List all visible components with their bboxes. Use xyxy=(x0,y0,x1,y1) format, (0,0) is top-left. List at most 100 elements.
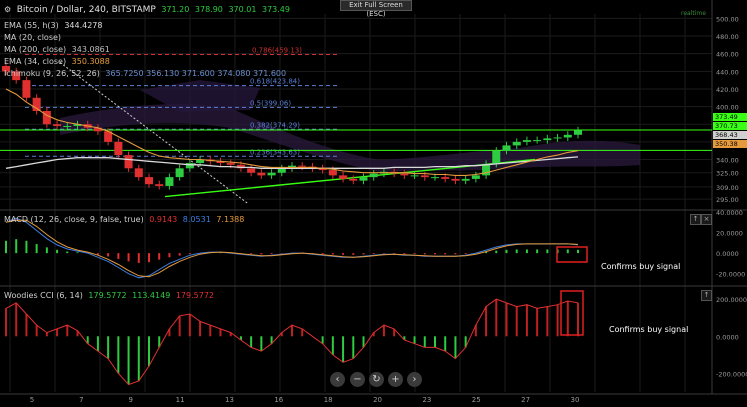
cci-value-1: 179.5772 xyxy=(88,291,127,300)
cci-label: Woodies CCI (6, 14) xyxy=(4,291,83,300)
pane-maximize-button[interactable]: ↑ xyxy=(690,214,701,225)
ohlc-close: 373.49 xyxy=(261,5,290,14)
chart-root: 500.00480.00460.00440.00420.00400.00380.… xyxy=(0,0,747,407)
candle-body xyxy=(349,178,358,181)
candle-body xyxy=(185,163,194,169)
legend-ma200[interactable]: MA (200, close) 343.0861 xyxy=(4,44,113,55)
price-tick-label: 420.00 xyxy=(716,86,739,94)
candle-body xyxy=(155,184,164,186)
x-tick-label: 18 xyxy=(324,396,333,404)
ohlc-open: 371.20 xyxy=(161,5,190,14)
candle-body xyxy=(441,177,450,179)
pane-close-button[interactable]: × xyxy=(701,214,712,225)
cci-tick-label: 200.0000 xyxy=(716,296,747,304)
candle-body xyxy=(328,170,337,176)
price-tick-label: 500.00 xyxy=(716,15,739,23)
fib-level-label: 0.5(399.06) xyxy=(250,99,291,107)
x-tick-label: 16 xyxy=(274,396,283,404)
legend-label: MA (20, close) xyxy=(4,33,62,42)
x-tick-label: 13 xyxy=(225,396,234,404)
candle-body xyxy=(226,163,235,165)
realtime-indicator: realtime xyxy=(681,10,706,17)
legend-label: Ichimoku (9, 26, 52, 26) xyxy=(4,69,100,78)
macd-legend[interactable]: MACD (12, 26, close, 9, false, true) 0.9… xyxy=(4,214,247,225)
x-tick-label: 5 xyxy=(30,396,34,404)
macd-tick-label: 40.0000 xyxy=(716,209,743,217)
price-tick-label: 340.00 xyxy=(716,157,739,165)
macd-tick-label: -20.0000 xyxy=(716,271,745,279)
x-tick-label: 9 xyxy=(128,396,132,404)
legend-ema55[interactable]: EMA (55, h(3) 344.4278 xyxy=(4,20,105,31)
price-tick-label: 460.00 xyxy=(716,51,739,59)
x-tick-label: 30 xyxy=(571,396,580,404)
candle-body xyxy=(410,175,419,177)
candle-body xyxy=(400,173,409,176)
macd-value-hist: 0.9143 xyxy=(149,215,178,224)
macd-note: Confirms buy signal xyxy=(601,262,681,271)
price-tick-label: 325.00 xyxy=(716,170,739,178)
legend-ichimoku[interactable]: Ichimoku (9, 26, 52, 26) 365.7250 356.13… xyxy=(4,68,289,79)
price-tag-2: 370.73 xyxy=(713,122,747,130)
legend-value: 365.7250 356.130 371.600 374.080 371.600 xyxy=(105,69,287,78)
macd-value-macd: 8.0531 xyxy=(182,215,211,224)
legend-ma20[interactable]: MA (20, close) xyxy=(4,32,64,43)
candle-body xyxy=(165,177,174,186)
candle-body xyxy=(461,178,470,181)
candle-body xyxy=(114,141,123,156)
candle-body xyxy=(430,177,440,179)
macd-tick-label: 20.0000 xyxy=(716,230,743,238)
price-tag-3: 368.43 xyxy=(713,131,747,139)
candle-body xyxy=(451,178,460,181)
ohlc-high: 378.90 xyxy=(194,5,223,14)
candle-body xyxy=(420,175,429,178)
candle-body xyxy=(339,175,348,179)
macd-value-signal: 7.1388 xyxy=(216,215,245,224)
candle-body xyxy=(543,138,552,141)
cci-value-2: 113.4149 xyxy=(132,291,171,300)
fib-level-label: 0.786(459.13) xyxy=(252,46,302,54)
candle-body xyxy=(553,137,562,139)
macd-label: MACD (12, 26, close, 9, false, true) xyxy=(4,215,144,224)
candle-body xyxy=(257,172,266,176)
candle-body xyxy=(134,168,143,178)
candle-body xyxy=(298,165,307,167)
reset-chart-button[interactable]: ↻ xyxy=(369,372,384,387)
legend-value: 344.4278 xyxy=(64,21,103,30)
candle-body xyxy=(144,177,154,185)
ohlc-low: 370.01 xyxy=(228,5,257,14)
candle-body xyxy=(573,130,583,135)
scroll-left-button[interactable]: ‹ xyxy=(330,372,345,387)
zoom-in-button[interactable]: + xyxy=(388,372,403,387)
settings-icon[interactable]: ⚙ xyxy=(4,5,11,14)
candle-body xyxy=(533,140,542,142)
zoom-out-button[interactable]: − xyxy=(350,372,365,387)
candle-body xyxy=(522,140,531,142)
candle-body xyxy=(369,173,378,178)
cci-tick-label: -200.0000 xyxy=(716,370,747,378)
exit-fullscreen-tooltip: Exit Full Screen (ESC) xyxy=(340,0,412,18)
price-tag-last: 373.49 xyxy=(713,113,747,121)
macd-tick-label: 0.0000 xyxy=(716,250,739,258)
candle-body xyxy=(175,168,184,178)
x-tick-label: 7 xyxy=(79,396,83,404)
cci-value-3: 179.5772 xyxy=(175,291,214,300)
candle-body xyxy=(267,172,276,176)
price-tick-label: 295.00 xyxy=(716,196,739,204)
x-tick-label: 25 xyxy=(472,396,481,404)
x-tick-label: 27 xyxy=(521,396,530,404)
price-tick-label: 400.00 xyxy=(716,104,739,112)
x-tick-label: 20 xyxy=(373,396,382,404)
candle-body xyxy=(563,134,572,138)
candle-body xyxy=(247,168,256,173)
candle-body xyxy=(22,80,31,98)
legend-label: MA (200, close) xyxy=(4,45,67,54)
legend-ema34[interactable]: EMA (34, close) 350.3088 xyxy=(4,56,113,67)
scroll-right-button[interactable]: › xyxy=(407,372,422,387)
pane-maximize-button-2[interactable]: ↑ xyxy=(701,290,712,301)
cci-legend[interactable]: Woodies CCI (6, 14) 179.5772 113.4149 17… xyxy=(4,290,217,301)
legend-label: EMA (34, close) xyxy=(4,57,67,66)
candle-body xyxy=(512,141,521,146)
candle-body xyxy=(492,150,501,164)
symbol-title: Bitcoin / Dollar, 240, BITSTAMP xyxy=(16,5,156,15)
cci-tick-label: 0.0000 xyxy=(716,333,739,341)
